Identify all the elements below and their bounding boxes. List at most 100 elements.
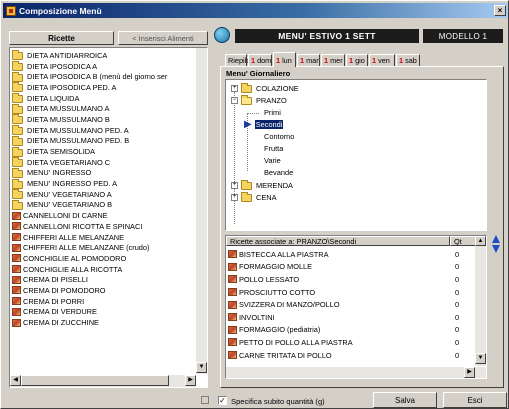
recipe-list-item[interactable]: DIETA ANTIDIARROICA: [10, 50, 194, 61]
recipe-list-item[interactable]: CREMA DI PISELLI: [10, 274, 194, 285]
recipe-row[interactable]: SVIZZERA DI MANZO/POLLO 0: [226, 298, 476, 311]
header-scroll-up-button[interactable]: ▲: [475, 236, 486, 246]
recipe-list-item[interactable]: CREMA DI VERDURE: [10, 307, 194, 318]
recipe-row-qty[interactable]: 0: [455, 325, 459, 334]
recipes-column-header[interactable]: Ricette associate a: PRANZO\Secondi: [226, 236, 450, 246]
tree-node-bevande[interactable]: Bevande: [264, 168, 293, 177]
inserisci-alimenti-button[interactable]: < Inserisci Alimenti: [118, 31, 208, 45]
recipe-row-qty[interactable]: 0: [455, 262, 459, 271]
recipe-list-item[interactable]: MENU' VEGETARIANO A: [10, 189, 194, 200]
recipe-list-item[interactable]: CANNELLONI RICOTTA E SPINACI: [10, 221, 194, 232]
hscroll-thumb[interactable]: [21, 375, 169, 386]
tab-mer[interactable]: 1 mer: [321, 54, 345, 66]
tree-label: Primi: [264, 108, 281, 117]
recipes-hscroll[interactable]: ▶: [226, 367, 486, 378]
recipe-row[interactable]: FORMAGGIO (pediatria) 0: [226, 324, 476, 337]
tab-riepilogo[interactable]: Riepilogo: [225, 54, 258, 66]
tree-node-merenda[interactable]: + MERENDA: [231, 179, 293, 190]
tab-lun[interactable]: 1 lun: [273, 52, 296, 67]
recipe-list-item[interactable]: CANNELLONI DI CARNE: [10, 210, 194, 221]
menu-tree[interactable]: + COLAZIONE − PRANZO Primi ▶ Secondi Contor…: [225, 79, 487, 231]
expand-icon[interactable]: +: [231, 182, 238, 189]
recipe-list-item[interactable]: CREMA DI ZUCCHINE: [10, 317, 194, 328]
recipe-list-vscroll[interactable]: ▼: [196, 48, 207, 374]
recipes-scroll-right-button[interactable]: ▶: [464, 367, 475, 378]
recipe-list-item[interactable]: CREMA DI POMODORO: [10, 285, 194, 296]
recipe-list-item[interactable]: DIETA MUSSULMANO A: [10, 103, 194, 114]
tab-mar[interactable]: 1 mar: [297, 54, 320, 66]
recipe-list-item[interactable]: MENU' INGRESSO PED. A: [10, 178, 194, 189]
recipe-list-item[interactable]: DIETA MUSSULMANO B: [10, 114, 194, 125]
scroll-down-button[interactable]: ▼: [196, 362, 207, 373]
qty-column-header[interactable]: Qt: [450, 236, 476, 246]
recipe-list-item-label: MENU' INGRESSO PED. A: [27, 179, 118, 189]
scroll-left-button[interactable]: ◀: [10, 375, 21, 386]
recipe-row[interactable]: PETTO DI POLLO ALLA PIASTRA 0: [226, 336, 476, 349]
tab-sab[interactable]: 1 sab: [396, 54, 420, 66]
recipe-row-qty[interactable]: 0: [455, 275, 459, 284]
recipe-row-qty[interactable]: 0: [455, 313, 459, 322]
recipe-row-label: PETTO DI POLLO ALLA PIASTRA: [239, 337, 353, 347]
tree-node-contorno[interactable]: Contorno: [264, 132, 294, 141]
recipe-list-item[interactable]: CONCHIGLIE AL POMODORO: [10, 253, 194, 264]
recipe-list-item[interactable]: DIETA IPOSODICA A: [10, 61, 194, 72]
tree-node-pranzo[interactable]: − PRANZO: [231, 94, 287, 105]
recipes-scroll-down-button[interactable]: ▼: [475, 353, 486, 364]
move-up-icon[interactable]: [492, 235, 500, 243]
close-button[interactable]: ×: [494, 5, 506, 16]
tree-node-frutta[interactable]: Frutta: [264, 144, 283, 153]
recipe-list-item[interactable]: CONCHIGLIE ALLA RICOTTA: [10, 264, 194, 275]
tree-node-primi[interactable]: Primi: [264, 108, 281, 117]
recipe-list-item[interactable]: DIETA MUSSULMANO PED. B: [10, 135, 194, 147]
recipe-list-item[interactable]: DIETA MUSSULMANO PED. A: [10, 125, 194, 136]
recipe-list-item[interactable]: DIETA SEMISOLIDA: [10, 146, 194, 157]
tab-dom[interactable]: 1 dom: [248, 54, 272, 66]
specifica-quantita-checkbox[interactable]: ✓: [218, 396, 227, 405]
expand-icon[interactable]: +: [231, 85, 238, 92]
recipe-list-hscroll[interactable]: ◀ ▶: [10, 375, 196, 387]
recipe-row-qty[interactable]: 0: [455, 338, 459, 347]
folder-icon: [12, 125, 23, 136]
move-down-icon[interactable]: [492, 245, 500, 253]
tree-node-secondi[interactable]: ▶ Secondi: [244, 119, 284, 130]
recipe-list[interactable]: DIETA ANTIDIARROICA DIETA IPOSODICA A DIET…: [9, 47, 208, 388]
recipe-row-qty[interactable]: 0: [455, 300, 459, 309]
recipe-row[interactable]: INVOLTINI 0: [226, 311, 476, 324]
ricette-button[interactable]: Ricette: [9, 31, 114, 45]
esci-button[interactable]: Esci: [443, 392, 507, 408]
window-title: Composizione Menù: [19, 5, 102, 16]
recipe-row[interactable]: FORMAGGIO MOLLE 0: [226, 261, 476, 274]
tree-node-cena[interactable]: + CENA: [231, 191, 277, 202]
dish-icon: [12, 318, 21, 327]
recipe-row[interactable]: PROSCIUTTO COTTO 0: [226, 286, 476, 299]
recipe-list-item[interactable]: MENU' VEGETARIANO B: [10, 199, 194, 211]
recipe-list-item[interactable]: MENU' INGRESSO: [10, 167, 194, 179]
reorder-spinner[interactable]: [492, 235, 500, 253]
tab-gio[interactable]: 1 gio: [346, 54, 368, 66]
recipe-row-qty[interactable]: 0: [455, 288, 459, 297]
tree-node-colazione[interactable]: + COLAZIONE: [231, 82, 299, 93]
recipe-list-item[interactable]: CHIFFERI ALLE MELANZANE: [10, 232, 194, 243]
recipe-row-qty[interactable]: 0: [455, 351, 459, 360]
recipe-row[interactable]: BISTECCA ALLA PIASTRA 0: [226, 248, 476, 261]
associated-recipes-list[interactable]: Ricette associate a: PRANZO\Secondi Qt ▲…: [225, 235, 487, 379]
recipe-list-item[interactable]: DIETA LIQUIDA: [10, 93, 194, 104]
recipe-list-item[interactable]: DIETA IPOSODICA B (menù del giorno ser: [10, 71, 194, 82]
tree-label: Contorno: [264, 132, 295, 141]
tab-ven[interactable]: 1 ven: [369, 54, 395, 66]
expand-icon[interactable]: +: [231, 194, 238, 201]
recipe-list-item[interactable]: CHIFFERI ALLE MELANZANE (crudo): [10, 242, 194, 253]
salva-button[interactable]: Salva: [373, 392, 437, 408]
recipe-list-item[interactable]: DIETA VEGETARIANO C: [10, 157, 194, 168]
recipe-list-item[interactable]: DIETA IPOSODICA PED. A: [10, 82, 194, 93]
recipe-list-item[interactable]: CREMA DI PORRI: [10, 296, 194, 307]
recipe-row[interactable]: CARNE TRITATA DI POLLO 0: [226, 349, 476, 362]
recipe-row[interactable]: POLLO LESSATO 0: [226, 273, 476, 286]
tree-node-varie[interactable]: Varie: [264, 156, 281, 165]
collapse-icon[interactable]: −: [231, 97, 238, 104]
recipe-row-qty[interactable]: 0: [455, 250, 459, 259]
title-bar[interactable]: Composizione Menù ×: [3, 3, 508, 18]
folder-icon: [12, 71, 23, 82]
scroll-right-button[interactable]: ▶: [185, 375, 196, 386]
recipes-vscroll[interactable]: ▼: [475, 246, 486, 366]
